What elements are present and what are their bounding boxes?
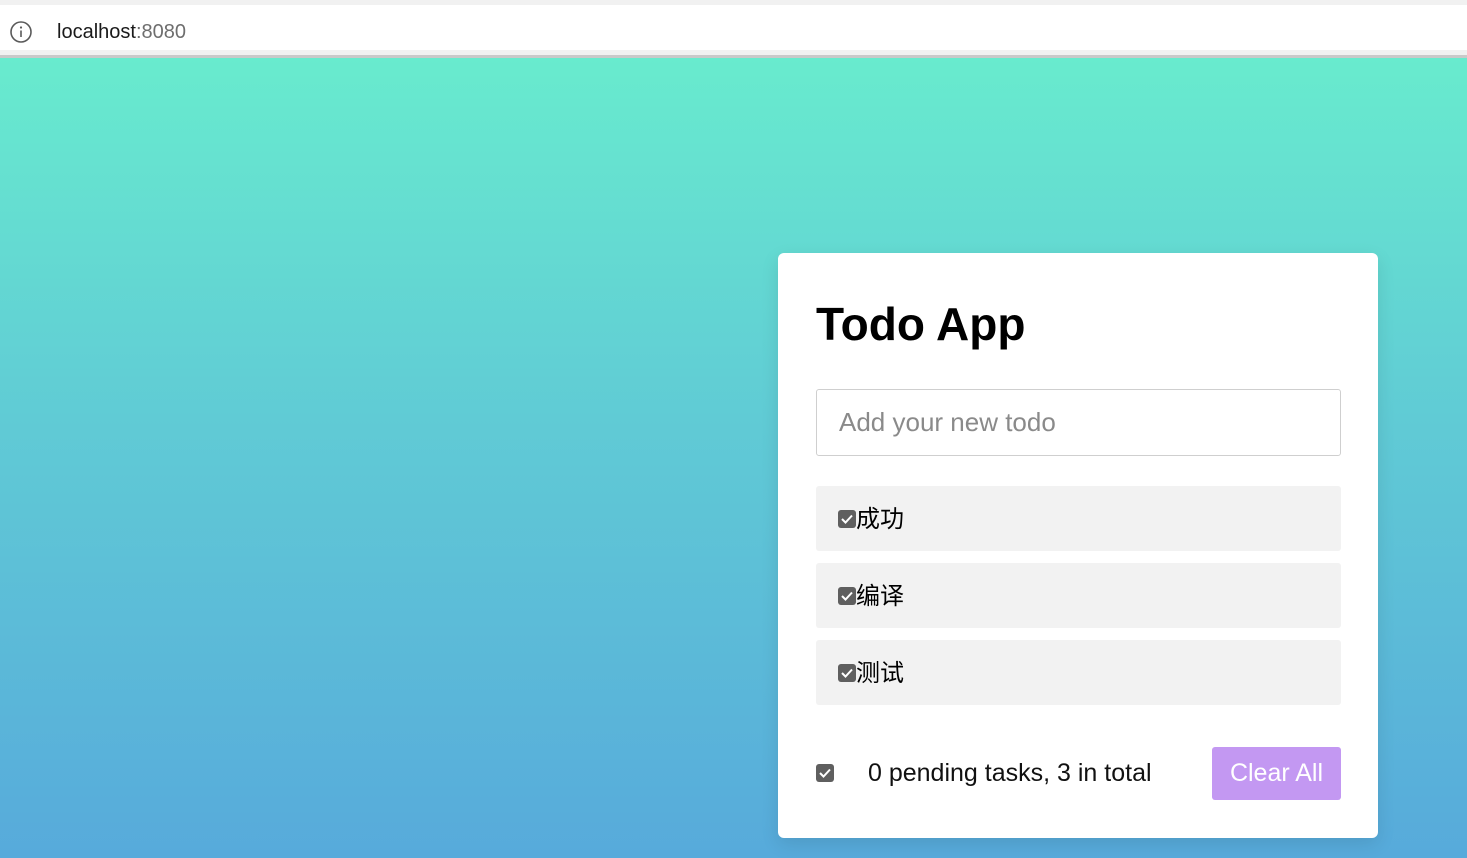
todo-label: 测试 (856, 658, 904, 687)
todo-checkbox[interactable] (838, 509, 856, 528)
todo-label: 成功 (856, 504, 904, 533)
clear-all-button[interactable]: Clear All (1212, 747, 1341, 800)
todo-checkbox[interactable] (838, 663, 856, 682)
url-host: localhost (57, 21, 136, 43)
url-port: :8080 (135, 21, 186, 43)
checkmark-icon (841, 668, 853, 678)
todo-label: 编译 (856, 581, 904, 610)
checkmark-icon (819, 768, 831, 778)
todo-footer: 0 pending tasks, 3 in total Clear All (816, 747, 1341, 800)
address-bar[interactable]: localhost:8080 (0, 5, 1467, 50)
pending-count: 0 pending tasks, 3 in total (868, 759, 1152, 787)
todo-list: 成功 编译 测试 (816, 486, 1341, 717)
todo-checkbox[interactable] (838, 586, 856, 605)
new-todo-input[interactable] (816, 389, 1341, 456)
info-icon[interactable] (10, 21, 32, 43)
checkmark-icon (841, 591, 853, 601)
todo-card: Todo App 成功 编译 测试 0 pending tasks, 3 in … (778, 253, 1378, 838)
toggle-all-checkbox[interactable] (816, 764, 834, 782)
url-text[interactable]: localhost:8080 (57, 21, 186, 43)
app-title: Todo App (816, 298, 1026, 350)
browser-toolbar: localhost:8080 (0, 0, 1467, 58)
todo-item[interactable]: 测试 (816, 640, 1341, 705)
checkmark-icon (841, 514, 853, 524)
todo-item[interactable]: 编译 (816, 563, 1341, 628)
todo-item[interactable]: 成功 (816, 486, 1341, 551)
